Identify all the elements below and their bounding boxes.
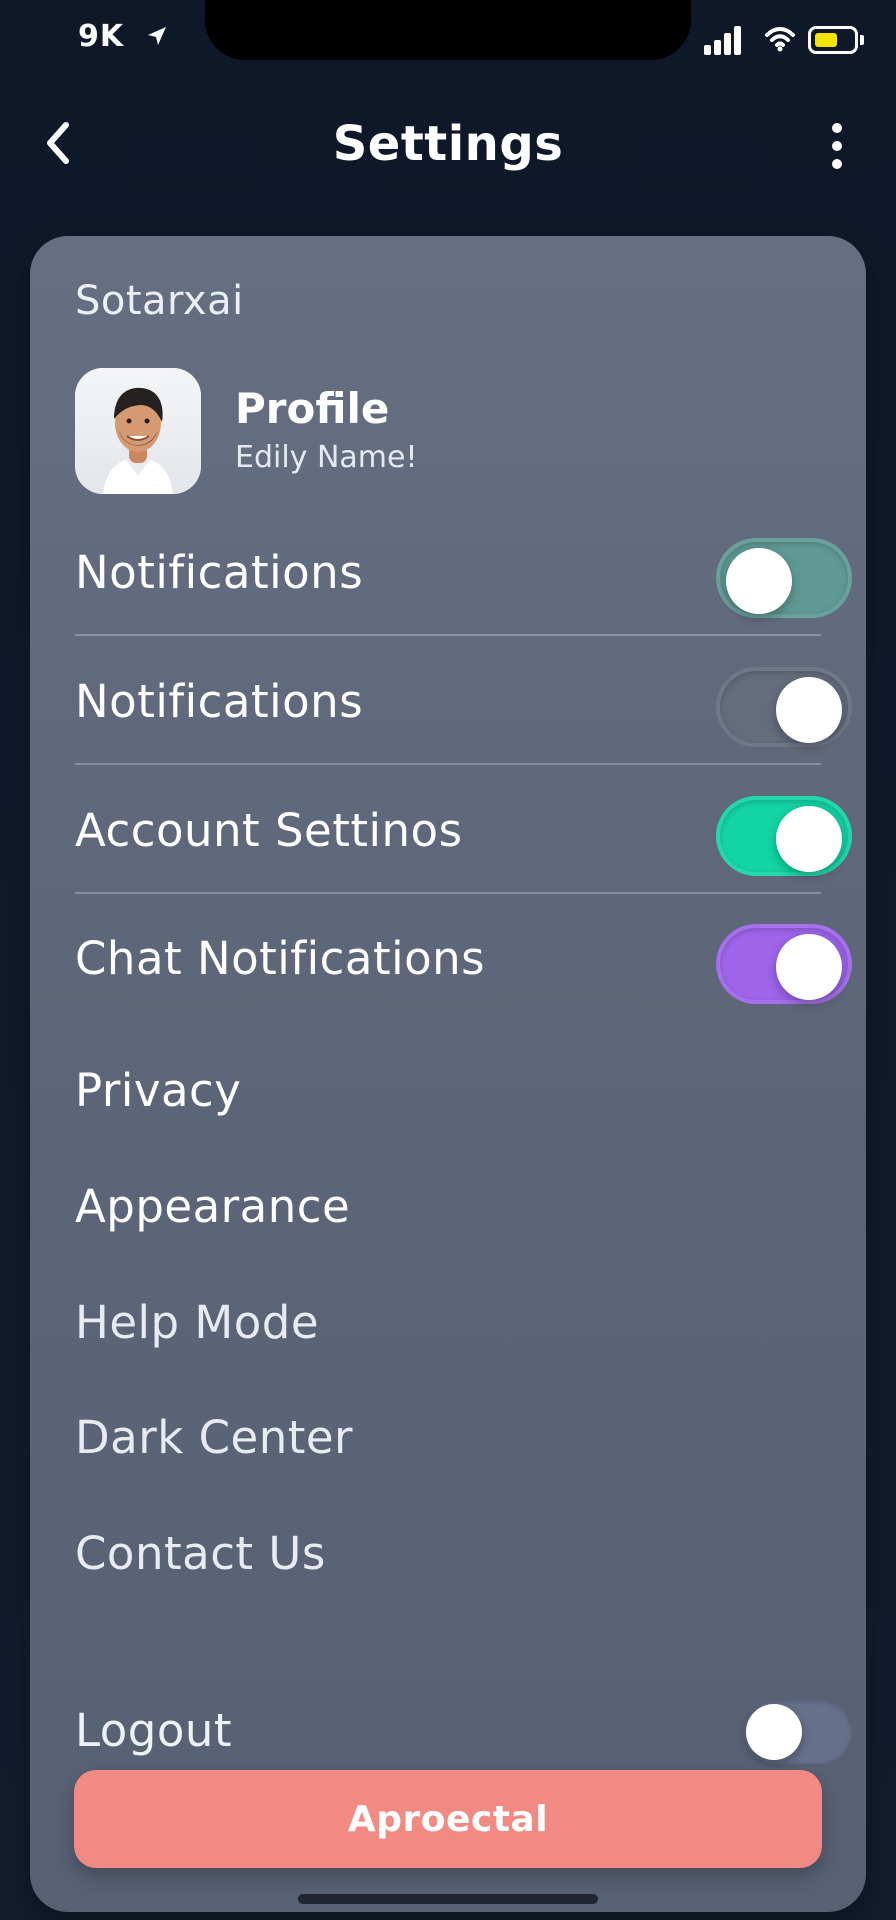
contact-us-row[interactable]: Contact Us (75, 1515, 821, 1605)
location-arrow-icon (148, 27, 166, 45)
primary-action-button[interactable]: Aproectal (74, 1770, 822, 1868)
chat-notifications-row[interactable]: Chat Notifications (75, 904, 852, 1022)
profile-title: Profile (235, 384, 390, 433)
profile-avatar[interactable] (75, 368, 201, 494)
appearance-label: Appearance (75, 1180, 351, 1233)
dark-center-label: Dark Center (75, 1411, 354, 1464)
profile-subtitle: Edily Name! (235, 440, 418, 475)
person-avatar-icon (75, 368, 201, 494)
appearance-row[interactable]: Appearance (75, 1168, 821, 1258)
cellular-signal-icon (704, 25, 746, 55)
toggle-knob (776, 677, 842, 743)
logout-toggle[interactable] (744, 1700, 852, 1764)
notifications-row[interactable]: Notifications (75, 518, 852, 636)
account-settings-label: Account Settinos (75, 804, 463, 857)
toggle-knob (746, 1704, 802, 1760)
help-mode-row[interactable]: Help Mode (75, 1284, 821, 1374)
navigation-header: Settings (0, 100, 896, 200)
battery-icon (808, 26, 864, 54)
account-settings-row[interactable]: Account Settinos (75, 776, 852, 894)
profile-row[interactable]: Profile Edily Name! (75, 368, 815, 498)
home-indicator (298, 1894, 598, 1904)
more-options-button[interactable] (820, 116, 854, 176)
privacy-label: Privacy (75, 1064, 242, 1117)
camera-notch (205, 0, 691, 60)
more-vertical-icon (832, 123, 842, 133)
notifications-secondary-toggle[interactable] (716, 667, 852, 747)
status-time: 9K (78, 19, 125, 54)
battery-level (815, 33, 837, 47)
section-label: Sotarxai (75, 278, 244, 324)
status-bar: 9K (0, 0, 896, 78)
privacy-row[interactable]: Privacy (75, 1052, 821, 1142)
contact-us-label: Contact Us (75, 1527, 326, 1580)
notifications-secondary-row[interactable]: Notifications (75, 647, 852, 765)
toggle-knob (776, 806, 842, 872)
account-settings-toggle[interactable] (716, 796, 852, 876)
dark-center-row[interactable]: Dark Center (75, 1399, 821, 1489)
settings-screen: 9K Settings Sotarxai Profile Edily Name!… (0, 0, 896, 1920)
page-title: Settings (332, 116, 564, 172)
notifications-label: Notifications (75, 546, 364, 599)
chat-notifications-label: Chat Notifications (75, 932, 486, 985)
chat-notifications-toggle[interactable] (716, 924, 852, 1004)
help-mode-label: Help Mode (75, 1296, 320, 1349)
toggle-knob (776, 934, 842, 1000)
wifi-icon (765, 27, 795, 52)
settings-card: Sotarxai Profile Edily Name! Notificatio… (30, 236, 866, 1912)
toggle-knob (726, 548, 792, 614)
notifications-secondary-label: Notifications (75, 675, 364, 728)
logout-label: Logout (75, 1704, 233, 1757)
notifications-toggle[interactable] (716, 538, 852, 618)
